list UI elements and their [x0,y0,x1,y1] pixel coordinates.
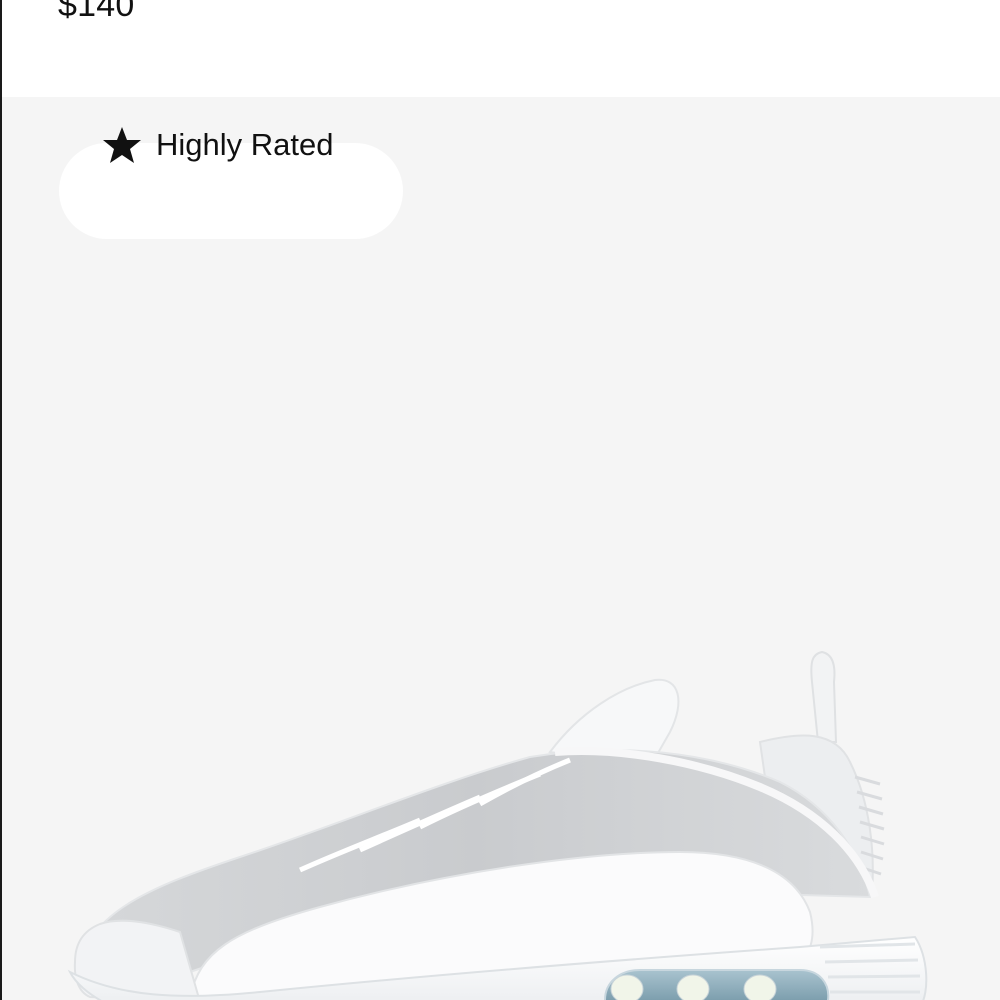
window-edge [0,0,2,1000]
star-icon [102,126,142,164]
badge-label: Highly Rated [156,127,334,162]
price-header: $140 [0,0,1000,97]
product-image-card[interactable]: Highly Rated [0,97,1000,1000]
product-price: $140 [58,0,135,24]
product-shoe-image [67,650,928,1000]
product-page: $140 Highly Rated [0,0,1000,1000]
